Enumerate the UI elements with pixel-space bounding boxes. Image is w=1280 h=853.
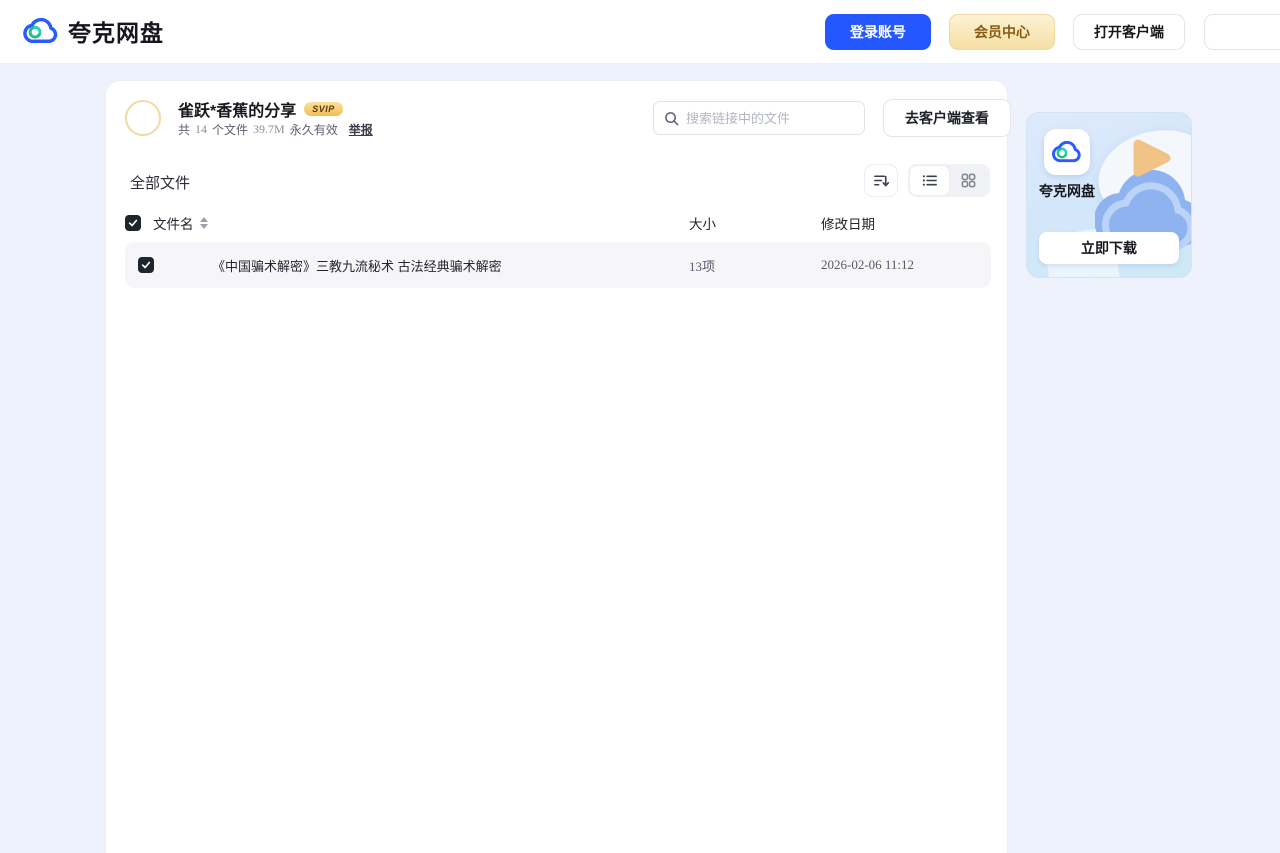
top-header-bar: 夸克网盘 登录账号 会员中心 打开客户端 [0, 0, 1280, 64]
check-icon [128, 218, 138, 228]
brand-logo-group[interactable]: 夸克网盘 [22, 12, 164, 50]
grid-view-toggle[interactable] [949, 166, 988, 195]
view-in-client-button[interactable]: 去客户端查看 [883, 99, 1011, 137]
share-meta: 共 14 个文件 39.7M 永久有效 举报 [178, 121, 373, 138]
folder-icon-placeholder [167, 249, 212, 281]
download-now-button[interactable]: 立即下载 [1039, 232, 1179, 264]
file-size: 13项 [689, 256, 821, 275]
share-content-card: 雀跃*香蕉的分享 SVIP 共 14 个文件 39.7M 永久有效 举报 去客户… [105, 80, 1008, 853]
login-button[interactable]: 登录账号 [825, 14, 931, 50]
check-icon [141, 260, 151, 270]
column-header-name[interactable]: 文件名 [153, 213, 194, 233]
brand-name: 夸克网盘 [68, 14, 164, 48]
report-link[interactable]: 举报 [349, 121, 373, 138]
share-header: 雀跃*香蕉的分享 SVIP 共 14 个文件 39.7M 永久有效 举报 去客户… [125, 99, 991, 139]
name-sort-arrows-icon[interactable] [200, 217, 208, 229]
file-table-header: 文件名 大小 修改日期 [125, 210, 991, 236]
file-row[interactable]: 《中国骗术解密》三教九流秘术 古法经典骗术解密 13项 2026-02-06 1… [125, 242, 991, 288]
list-view-toggle[interactable] [910, 166, 949, 195]
column-header-size[interactable]: 大小 [689, 213, 821, 233]
member-center-button[interactable]: 会员中心 [949, 14, 1055, 50]
quark-cloud-logo-icon [22, 12, 60, 50]
validity-label: 永久有效 [290, 121, 338, 138]
all-files-title: 全部文件 [130, 172, 190, 193]
app-download-promo-card[interactable]: 夸克网盘 立即下载 [1026, 112, 1192, 278]
total-size: 39.7M [253, 122, 285, 137]
sort-button[interactable] [864, 164, 898, 197]
file-count: 14 [195, 122, 207, 137]
promo-app-icon [1044, 129, 1090, 175]
quark-cloud-logo-icon [1051, 136, 1083, 168]
sort-icon [873, 172, 890, 189]
file-search-box[interactable] [653, 101, 865, 135]
svip-badge: SVIP [304, 102, 343, 116]
column-header-modified[interactable]: 修改日期 [821, 213, 991, 233]
promo-app-name: 夸克网盘 [1039, 181, 1095, 201]
meta-unit: 个文件 [212, 121, 248, 138]
file-name[interactable]: 《中国骗术解密》三教九流秘术 古法经典骗术解密 [212, 256, 502, 275]
search-input[interactable] [686, 111, 854, 126]
grid-view-icon [960, 172, 977, 189]
meta-prefix: 共 [178, 121, 190, 138]
open-client-button[interactable]: 打开客户端 [1073, 14, 1185, 50]
row-checkbox[interactable] [138, 257, 154, 273]
list-view-icon [921, 172, 938, 189]
share-owner-title: 雀跃*香蕉的分享 [178, 97, 296, 121]
promo-play-triangle-icon [1128, 136, 1174, 180]
search-icon [664, 111, 679, 126]
view-mode-segmented-control [908, 164, 990, 197]
select-all-checkbox[interactable] [125, 215, 141, 231]
owner-avatar [125, 100, 161, 136]
empty-top-button[interactable] [1204, 14, 1280, 50]
file-modified-date: 2026-02-06 11:12 [821, 257, 991, 273]
